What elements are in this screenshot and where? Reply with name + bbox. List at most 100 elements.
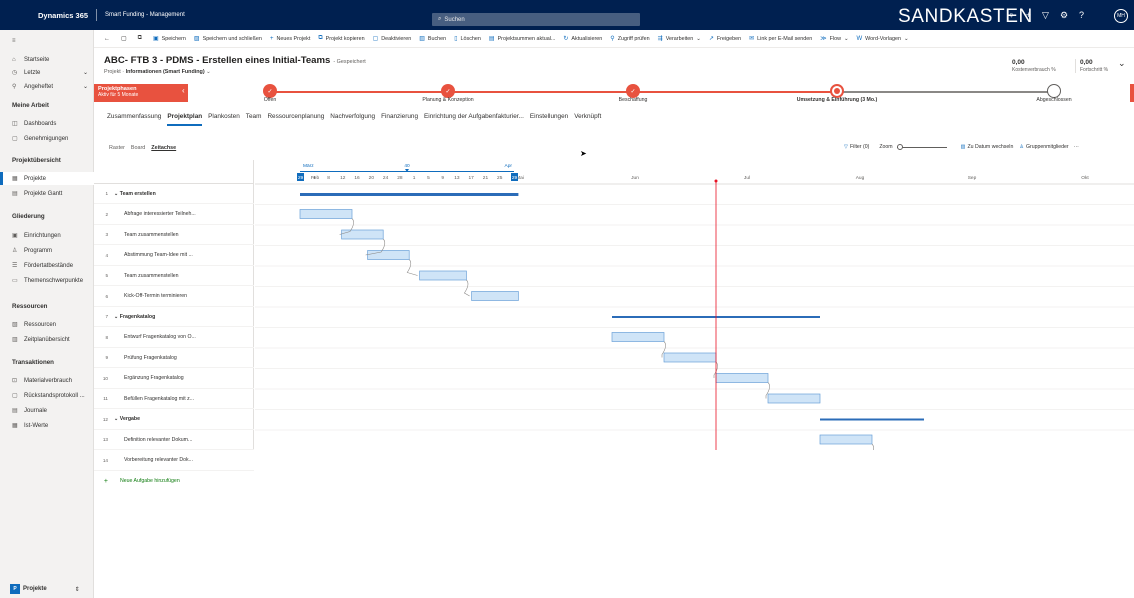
- app-brand[interactable]: Dynamics 365: [0, 11, 96, 20]
- deactivate-button[interactable]: ▢ Deaktivieren: [369, 35, 416, 43]
- task-bar[interactable]: [471, 291, 519, 301]
- back-button[interactable]: ←: [100, 36, 117, 42]
- process-button[interactable]: ⇶ Verarbeiten ⌄: [654, 35, 705, 43]
- book-button[interactable]: ▥ Buchen: [415, 35, 450, 43]
- save-and-close-button[interactable]: ▨ Speichern und schließen: [190, 35, 266, 43]
- task-name[interactable]: ⌄ Fragenkatalog: [112, 314, 155, 320]
- sidebar-item-projekte[interactable]: ▦ Projekte: [0, 172, 94, 185]
- table-row[interactable]: 5 Team zusammenstellen: [94, 266, 254, 286]
- bpf-stage-planung[interactable]: ✓: [441, 84, 455, 98]
- summary-task-bar[interactable]: [820, 418, 924, 421]
- tab-zusammenfassung[interactable]: Zusammenfassung: [104, 113, 164, 125]
- record-set-button[interactable]: ▢: [117, 35, 134, 42]
- filter-icon[interactable]: ▽: [1042, 10, 1049, 21]
- task-bar[interactable]: [715, 373, 769, 383]
- popout-button[interactable]: ⧉: [134, 35, 149, 42]
- app-name[interactable]: Smart Funding - Management: [97, 12, 185, 18]
- tab-nachverfolgung[interactable]: Nachverfolgung: [327, 113, 378, 125]
- plus-icon[interactable]: +: [1026, 10, 1031, 21]
- table-row[interactable]: 9 Prüfung Fragenkatalog: [94, 348, 254, 368]
- tab-team[interactable]: Team: [243, 113, 265, 125]
- task-name[interactable]: Definition relevanter Dokum...: [112, 437, 192, 443]
- task-bar[interactable]: [819, 434, 873, 445]
- tab-verknuepft[interactable]: Verknüpft: [571, 113, 604, 125]
- refresh-button[interactable]: ↻ Aktualisieren: [559, 35, 606, 43]
- sidebar-item-ressourcen[interactable]: ▧ Ressourcen: [0, 318, 94, 331]
- table-row[interactable]: 4 Abstimmung Team-Idee mit ...: [94, 246, 254, 266]
- view-board[interactable]: Board: [131, 145, 145, 151]
- tab-ressourcenplanung[interactable]: Ressourcenplanung: [264, 113, 327, 125]
- sidebar-item-journale[interactable]: ▤ Journale: [0, 404, 94, 417]
- task-name[interactable]: Entwurf Fragenkatalog von O...: [112, 334, 196, 340]
- task-bar[interactable]: [341, 229, 384, 240]
- sidebar-item-foerdertatbestaende[interactable]: ☰ Fördertatbestände: [0, 259, 94, 272]
- table-row[interactable]: 7 ⌄ Fragenkatalog: [94, 307, 254, 327]
- table-row[interactable]: 1 ⌄ Team erstellen: [94, 184, 254, 204]
- group-members-button[interactable]: Gruppenmitglieder: [1026, 144, 1069, 150]
- word-templates-button[interactable]: W Word-Vorlagen ⌄: [853, 36, 913, 42]
- tab-einstellungen[interactable]: Einstellungen: [527, 113, 571, 125]
- sidebar-item-letzte[interactable]: ◷ Letzte ⌄: [0, 66, 94, 79]
- update-totals-button[interactable]: ▤ Projektsummen aktual...: [485, 35, 560, 43]
- bpf-stage-offen[interactable]: ✓: [263, 84, 277, 98]
- user-avatar[interactable]: MH: [1114, 9, 1128, 23]
- task-name[interactable]: Prüfung Fragenkatalog: [112, 355, 177, 361]
- view-raster[interactable]: Raster: [109, 145, 125, 151]
- email-link-button[interactable]: ✉ Link per E-Mail senden: [745, 35, 816, 43]
- tab-finanzierung[interactable]: Finanzierung: [378, 113, 421, 125]
- sidebar-item-materialverbrauch[interactable]: ⊡ Materialverbrauch: [0, 374, 94, 387]
- hamburger-menu[interactable]: ≡: [0, 34, 94, 47]
- flow-button[interactable]: ≫ Flow ⌄: [816, 35, 852, 43]
- save-button[interactable]: ▣ Speichern: [149, 35, 190, 43]
- zoom-slider[interactable]: [896, 143, 947, 150]
- task-name[interactable]: Ergänzung Fragenkatalog: [112, 375, 184, 381]
- table-row[interactable]: 3 Team zusammenstellen: [94, 225, 254, 245]
- task-bar[interactable]: [367, 250, 410, 260]
- table-row[interactable]: 2 Abfrage interessierter Teilneh...: [94, 205, 254, 225]
- form-selector[interactable]: Informationen (Smart Funding): [126, 69, 205, 75]
- task-name[interactable]: Abfrage interessierter Teilneh...: [112, 211, 196, 217]
- goto-date-button[interactable]: Zu Datum wechseln: [967, 144, 1013, 150]
- table-row[interactable]: 10 Ergänzung Fragenkatalog: [94, 369, 254, 389]
- bpf-stage-abgeschlossen[interactable]: [1047, 84, 1061, 98]
- sidebar-item-themenschwerpunkte[interactable]: ▭ Themenschwerpunkte: [0, 274, 94, 287]
- help-icon[interactable]: ?: [1079, 10, 1084, 21]
- task-name[interactable]: Team zusammenstellen: [112, 232, 179, 238]
- bpf-active-process[interactable]: Projektphasen Aktiv für 5 Monate: [94, 84, 188, 102]
- task-bar[interactable]: [767, 393, 821, 404]
- global-search-input[interactable]: ⌕ Suchen: [432, 13, 640, 26]
- header-expand-chevron-icon[interactable]: ⌄: [1118, 58, 1126, 69]
- table-row[interactable]: 12 ⌄ Vergabe: [94, 410, 254, 430]
- sidebar-item-dashboards[interactable]: ◫ Dashboards: [0, 117, 94, 130]
- task-bar[interactable]: [663, 352, 717, 363]
- table-row[interactable]: 11 Befüllen Fragenkatalog mit z...: [94, 389, 254, 409]
- sidebar-item-angeheftet[interactable]: ⚲ Angeheftet ⌄: [0, 80, 94, 93]
- check-access-button[interactable]: ⚲ Zugriff prüfen: [606, 35, 653, 43]
- filter-button[interactable]: Filter (0): [850, 144, 869, 150]
- bpf-stage-beschaffung[interactable]: ✓: [626, 84, 640, 98]
- task-name[interactable]: Befüllen Fragenkatalog mit z...: [112, 396, 194, 402]
- task-name[interactable]: Kick-Off-Termin terminieren: [112, 293, 187, 299]
- task-bar[interactable]: [299, 209, 353, 219]
- sidebar-item-zeitplanuebersicht[interactable]: ▥ Zeitplanübersicht: [0, 333, 94, 346]
- view-zeitachse[interactable]: Zeitachse: [151, 145, 176, 151]
- sidebar-item-programm[interactable]: ♙ Programm: [0, 244, 94, 257]
- tab-projektplan[interactable]: Projektplan: [164, 113, 205, 126]
- tab-aufgabenfakturierung[interactable]: Einrichtung der Aufgabenfakturier...: [421, 113, 527, 125]
- sidebar-item-projekte-gantt[interactable]: ▤ Projekte Gantt: [0, 187, 94, 200]
- task-name[interactable]: Abstimmung Team-Idee mit ...: [112, 252, 193, 258]
- sidebar-item-rueckstandsprotokoll[interactable]: ▢ Rückstandsprotokoll ...: [0, 389, 94, 402]
- table-row[interactable]: 14 Vorbereitung relevanter Dok...: [94, 451, 254, 471]
- summary-task-bar[interactable]: [300, 193, 519, 196]
- task-name[interactable]: ⌄ Vergabe: [112, 416, 140, 422]
- more-options-button[interactable]: ···: [1074, 144, 1079, 150]
- table-row[interactable]: 6 Kick-Off-Termin terminieren: [94, 287, 254, 307]
- new-project-button[interactable]: + Neues Projekt: [266, 36, 314, 42]
- zoom-slider-thumb[interactable]: [896, 143, 903, 150]
- tab-plankosten[interactable]: Plankosten: [205, 113, 243, 125]
- sidebar-item-startseite[interactable]: ⌂ Startseite: [0, 53, 94, 66]
- sidebar-item-ist-werte[interactable]: ▦ Ist-Werte: [0, 419, 94, 432]
- task-name[interactable]: ⌄ Team erstellen: [112, 191, 156, 197]
- sidebar-item-genehmigungen[interactable]: ▢ Genehmigungen: [0, 132, 94, 145]
- task-bar[interactable]: [611, 332, 665, 342]
